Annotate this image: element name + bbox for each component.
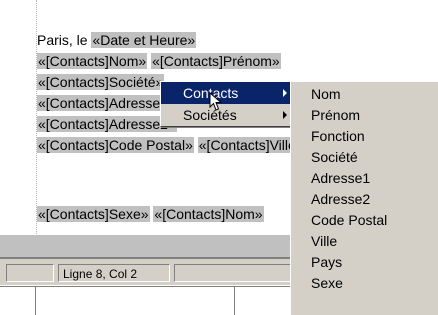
column-divider: [35, 287, 36, 315]
column-divider: [234, 287, 235, 315]
submenu-item[interactable]: Ville: [291, 231, 438, 252]
menu-item-contacts[interactable]: Contacts: [161, 82, 293, 104]
merge-field[interactable]: «[Contacts]Adresse2»: [37, 116, 177, 132]
document-line: «[Contacts]Code Postal» «[Contacts]Ville…: [37, 135, 305, 155]
merge-field[interactable]: «[Contacts]Prénom»: [151, 53, 281, 69]
mouse-pointer-icon: [209, 92, 223, 111]
document-line: «[Contacts]Adresse1»: [37, 93, 177, 113]
submenu-arrow-icon: [283, 89, 287, 97]
merge-field[interactable]: «[Contacts]Société»: [37, 74, 165, 90]
merge-field[interactable]: «[Contacts]Ville»: [197, 137, 305, 153]
menu-item-societes[interactable]: Sociétés: [161, 104, 293, 126]
context-menu: ContactsSociétés: [160, 81, 294, 127]
merge-field[interactable]: «[Contacts]Code Postal»: [37, 137, 194, 153]
submenu-item[interactable]: Prénom: [291, 105, 438, 126]
document-line: «[Contacts]Nom» «[Contacts]Prénom»: [37, 51, 281, 71]
merge-field[interactable]: «[Contacts]Nom»: [153, 206, 264, 222]
contacts-submenu: Nom Prénom Fonction Société Adresse1 Adresse2…: [290, 81, 438, 315]
submenu-item[interactable]: Nom: [291, 84, 438, 105]
submenu-arrow-icon: [283, 111, 287, 119]
app-window: Paris, le «Date et Heure» «[Contacts]Nom»…: [0, 0, 438, 315]
context-menu-items: ContactsSociétés: [161, 82, 293, 126]
document-line: «[Contacts]Adresse2»: [37, 114, 177, 134]
merge-field[interactable]: «Date et Heure»: [91, 32, 197, 48]
submenu-item[interactable]: Code Postal: [291, 210, 438, 231]
document-text: Paris, le: [37, 32, 92, 48]
document-line: Paris, le «Date et Heure»: [37, 30, 197, 50]
submenu-item[interactable]: Fonction: [291, 126, 438, 147]
submenu-item[interactable]: Adresse2: [291, 189, 438, 210]
document-line: «[Contacts]Société»: [37, 72, 165, 92]
submenu-item[interactable]: Société: [291, 147, 438, 168]
status-pane-empty: [6, 264, 54, 282]
submenu-item[interactable]: Adresse1: [291, 168, 438, 189]
submenu-item[interactable]: Sexe: [291, 273, 438, 294]
merge-field[interactable]: «[Contacts]Nom»: [37, 53, 148, 69]
merge-field[interactable]: «[Contacts]Sexe»: [37, 206, 150, 222]
submenu-item[interactable]: Pays: [291, 252, 438, 273]
submenu-items: Nom Prénom Fonction Société Adresse1 Adresse2…: [291, 84, 438, 294]
merge-field[interactable]: «[Contacts]Adresse1»: [37, 95, 177, 111]
status-position: Ligne 8, Col 2: [58, 264, 170, 282]
document-line: «[Contacts]Sexe» «[Contacts]Nom»: [37, 204, 264, 224]
